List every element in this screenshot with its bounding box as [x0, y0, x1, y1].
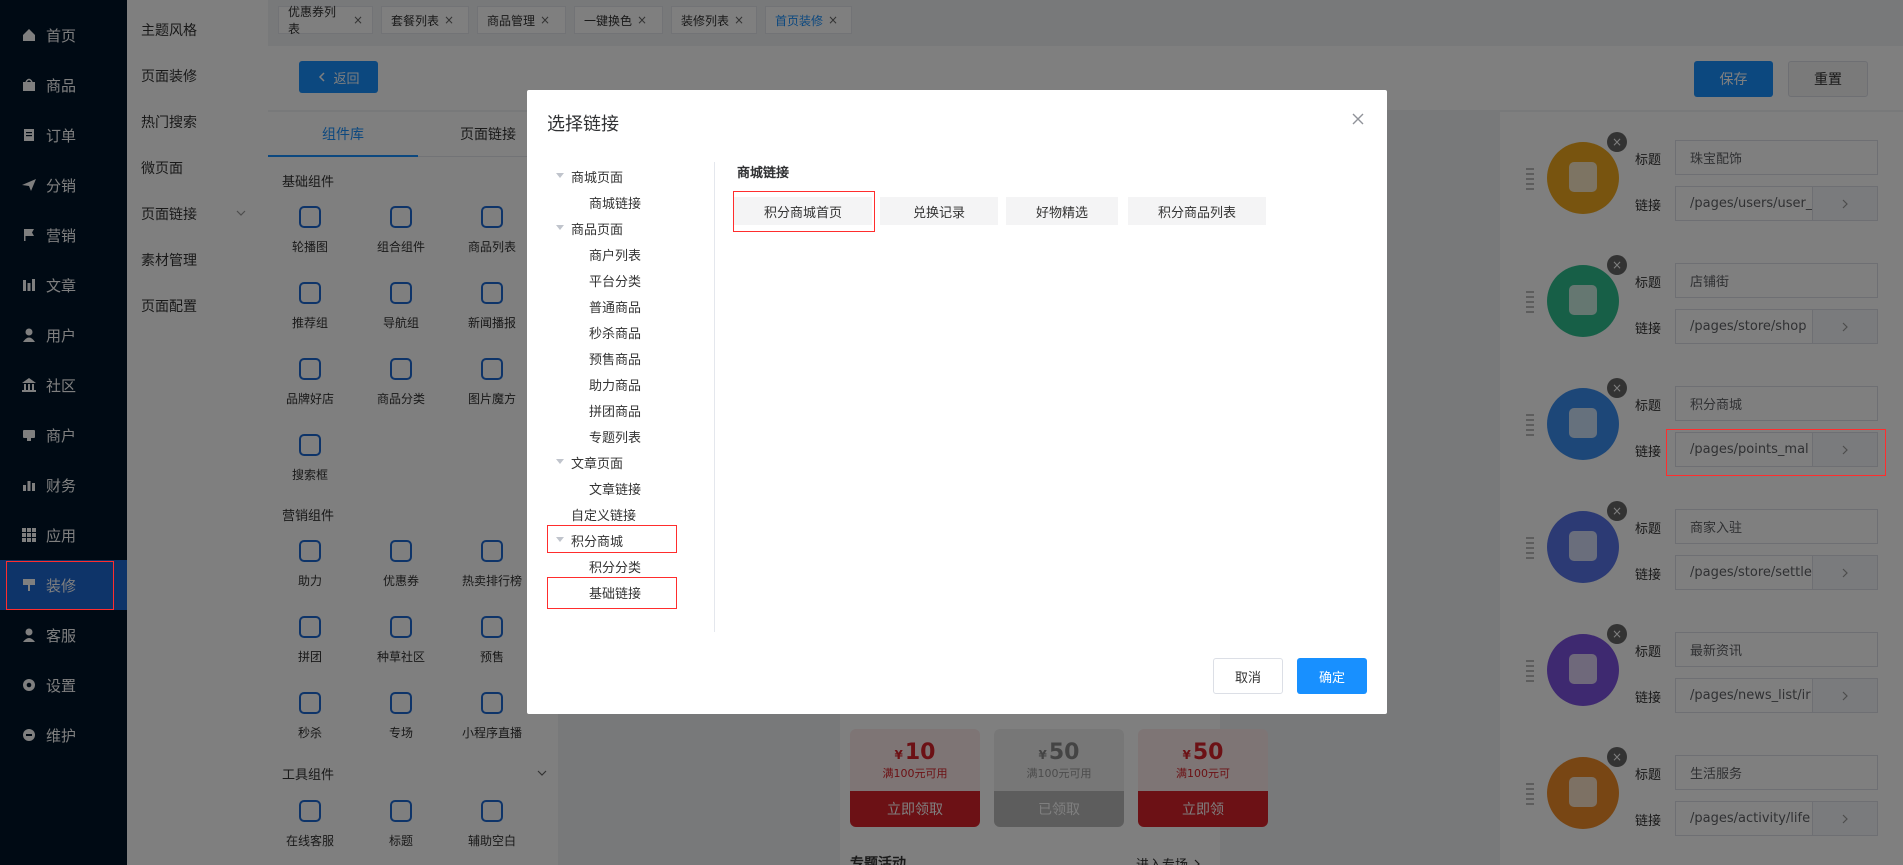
caret-down-icon[interactable] [556, 459, 564, 464]
highlight-tree-basic [547, 577, 677, 609]
highlight-nav-decor [6, 561, 114, 610]
cancel-button[interactable]: 取消 [1213, 658, 1283, 694]
link-option-button[interactable]: 好物精选 [1006, 197, 1118, 225]
tree-node[interactable]: 助力商品 [589, 375, 641, 394]
tree-node[interactable]: 商城链接 [589, 193, 641, 212]
tree-node[interactable]: 自定义链接 [571, 505, 636, 524]
tree-node[interactable]: 普通商品 [589, 297, 641, 316]
close-icon[interactable] [1351, 112, 1365, 126]
tree-node[interactable]: 预售商品 [589, 349, 641, 368]
confirm-button[interactable]: 确定 [1297, 658, 1367, 694]
tree-node[interactable]: 秒杀商品 [589, 323, 641, 342]
tree-node[interactable]: 专题列表 [589, 427, 641, 446]
tree-node[interactable]: 平台分类 [589, 271, 641, 290]
tree-divider [714, 162, 715, 632]
link-option-button[interactable]: 积分商品列表 [1128, 197, 1266, 225]
tree-node[interactable]: 文章链接 [589, 479, 641, 498]
select-link-dialog: 选择链接 商城页面 商城链接 商品页面 商户列表 平台分类 普通商品 秒杀商品 预售商品 助力商… [527, 90, 1387, 714]
tree-node[interactable]: 拼团商品 [589, 401, 641, 420]
tree-node[interactable]: 文章页面 [571, 453, 623, 472]
link-option-button[interactable]: 兑换记录 [880, 197, 998, 225]
dialog-title: 选择链接 [547, 114, 619, 135]
tree-node[interactable]: 商城页面 [571, 167, 623, 186]
highlight-tree-points [547, 525, 677, 553]
tree-node[interactable]: 商品页面 [571, 219, 623, 238]
caret-down-icon[interactable] [556, 173, 564, 178]
highlight-link-option [733, 191, 875, 232]
highlight-link-input [1666, 429, 1886, 476]
tree-node[interactable]: 积分分类 [589, 557, 641, 576]
tree-node[interactable]: 商户列表 [589, 245, 641, 264]
link-section-title: 商城链接 [737, 166, 790, 181]
caret-down-icon[interactable] [556, 225, 564, 230]
